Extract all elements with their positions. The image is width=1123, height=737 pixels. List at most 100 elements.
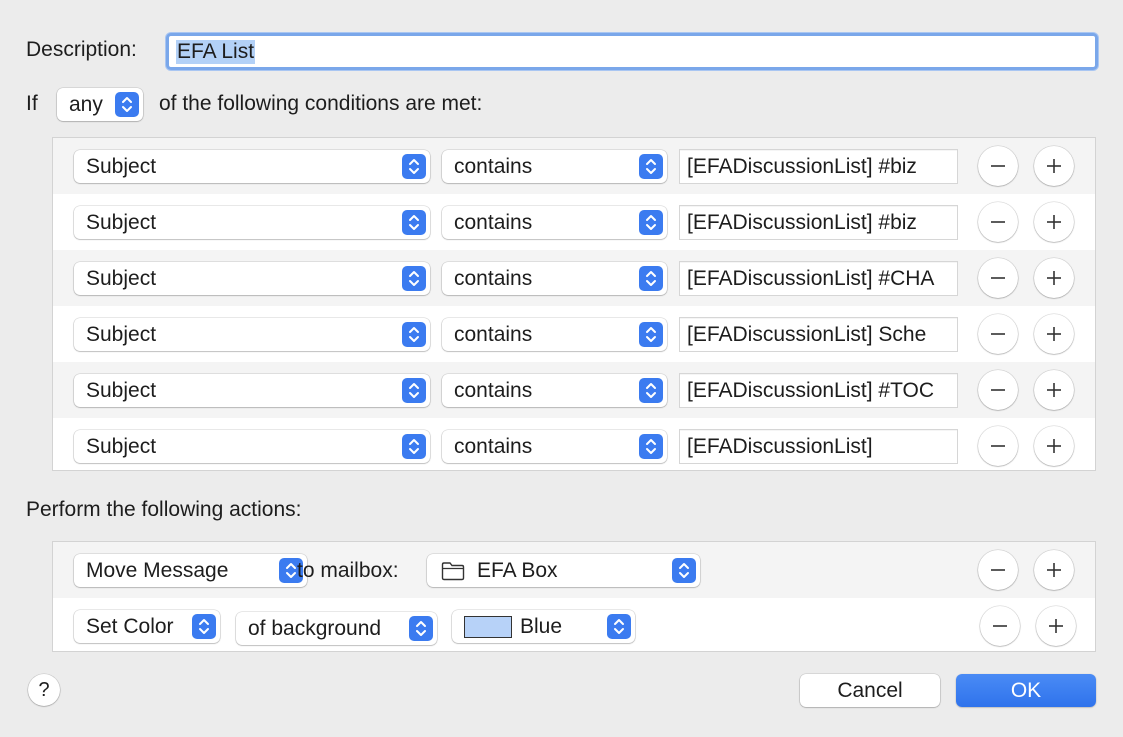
minus-icon [991,445,1005,447]
chevron-updown-icon [402,210,426,235]
remove-condition-button[interactable] [978,258,1018,298]
chevron-updown-icon [402,322,426,347]
folder-icon [441,561,465,580]
conditions-panel: Subject contains [EFADiscussionList] #bi… [52,137,1096,471]
condition-field-popup[interactable]: Subject [74,430,430,463]
chevron-updown-icon [639,154,663,179]
condition-operator-popup[interactable]: contains [442,374,667,407]
condition-field-popup[interactable]: Subject [74,262,430,295]
plus-icon [1047,563,1061,577]
minus-icon [991,389,1005,391]
chevron-updown-icon [639,266,663,291]
condition-value-input[interactable]: [EFADiscussionList] Sche [679,317,958,352]
condition-value-input[interactable]: [EFADiscussionList] #CHA [679,261,958,296]
plus-icon [1047,159,1061,173]
condition-field-value: Subject [86,434,157,458]
add-condition-button[interactable] [1034,146,1074,186]
chevron-updown-icon [402,378,426,403]
help-button[interactable]: ? [28,674,60,706]
condition-value-input[interactable]: [EFADiscussionList] [679,429,958,464]
remove-condition-button[interactable] [978,146,1018,186]
add-action-button[interactable] [1034,550,1074,590]
action-type-value: Move Message [86,558,229,582]
remove-condition-button[interactable] [978,314,1018,354]
condition-field-value: Subject [86,266,157,290]
action-row: Move Message to mailbox: EFA Box [53,542,1095,598]
plus-icon [1047,327,1061,341]
chevron-updown-icon [639,322,663,347]
remove-condition-button[interactable] [978,370,1018,410]
color-popup[interactable]: Blue [452,610,635,643]
plus-icon [1047,215,1061,229]
remove-condition-button[interactable] [978,426,1018,466]
condition-operator-value: contains [454,378,533,402]
add-condition-button[interactable] [1034,258,1074,298]
condition-operator-popup[interactable]: contains [442,206,667,239]
condition-operator-value: contains [454,210,533,234]
chevron-updown-icon [402,266,426,291]
condition-operator-value: contains [454,266,533,290]
condition-field-popup[interactable]: Subject [74,150,430,183]
minus-icon [991,277,1005,279]
condition-field-value: Subject [86,154,157,178]
if-label: If [26,92,38,115]
chevron-updown-icon [639,434,663,459]
condition-field-value: Subject [86,322,157,346]
condition-value-input[interactable]: [EFADiscussionList] #biz [679,205,958,240]
chevron-updown-icon [192,614,216,639]
to-mailbox-label: to mailbox: [297,559,399,582]
condition-field-popup[interactable]: Subject [74,318,430,351]
plus-icon [1047,383,1061,397]
condition-row: Subject contains [EFADiscussionList] #bi… [53,194,1095,250]
color-target-popup[interactable]: of background [236,612,437,645]
action-type-popup[interactable]: Move Message [74,554,307,587]
remove-action-button[interactable] [980,606,1020,646]
condition-row: Subject contains [EFADiscussionList] [53,418,1095,470]
actions-label: Perform the following actions: [26,498,302,521]
condition-operator-value: contains [454,434,533,458]
chevron-updown-icon [639,378,663,403]
add-condition-button[interactable] [1034,426,1074,466]
condition-field-value: Subject [86,210,157,234]
description-value: EFA List [176,39,256,64]
condition-operator-value: contains [454,322,533,346]
ok-button[interactable]: OK [956,674,1096,707]
condition-operator-popup[interactable]: contains [442,318,667,351]
description-input[interactable]: EFA List [166,33,1098,70]
cancel-button[interactable]: Cancel [800,674,940,707]
match-mode-popup[interactable]: any [57,88,143,121]
condition-row: Subject contains [EFADiscussionList] #bi… [53,138,1095,194]
plus-icon [1047,271,1061,285]
plus-icon [1047,439,1061,453]
minus-icon [991,221,1005,223]
chevron-updown-icon [409,616,433,641]
remove-condition-button[interactable] [978,202,1018,242]
remove-action-button[interactable] [978,550,1018,590]
plus-icon [1049,619,1063,633]
condition-operator-popup[interactable]: contains [442,150,667,183]
condition-field-value: Subject [86,378,157,402]
description-label: Description: [26,38,137,61]
actions-panel: Move Message to mailbox: EFA Box Set Col… [52,541,1096,652]
color-swatch [464,615,512,638]
add-condition-button[interactable] [1034,314,1074,354]
condition-row: Subject contains [EFADiscussionList] #TO… [53,362,1095,418]
condition-operator-popup[interactable]: contains [442,430,667,463]
chevron-updown-icon [639,210,663,235]
chevron-updown-icon [607,614,631,639]
add-action-button[interactable] [1036,606,1076,646]
minus-icon [993,625,1007,627]
action-type-popup[interactable]: Set Color [74,610,220,643]
condition-value-input[interactable]: [EFADiscussionList] #TOC [679,373,958,408]
condition-value-input[interactable]: [EFADiscussionList] #biz [679,149,958,184]
condition-field-popup[interactable]: Subject [74,374,430,407]
minus-icon [991,165,1005,167]
mailbox-value: EFA Box [477,558,558,582]
conditions-suffix-label: of the following conditions are met: [159,92,483,115]
mailbox-popup[interactable]: EFA Box [427,554,700,587]
condition-operator-popup[interactable]: contains [442,262,667,295]
add-condition-button[interactable] [1034,370,1074,410]
chevron-updown-icon [402,434,426,459]
add-condition-button[interactable] [1034,202,1074,242]
condition-field-popup[interactable]: Subject [74,206,430,239]
